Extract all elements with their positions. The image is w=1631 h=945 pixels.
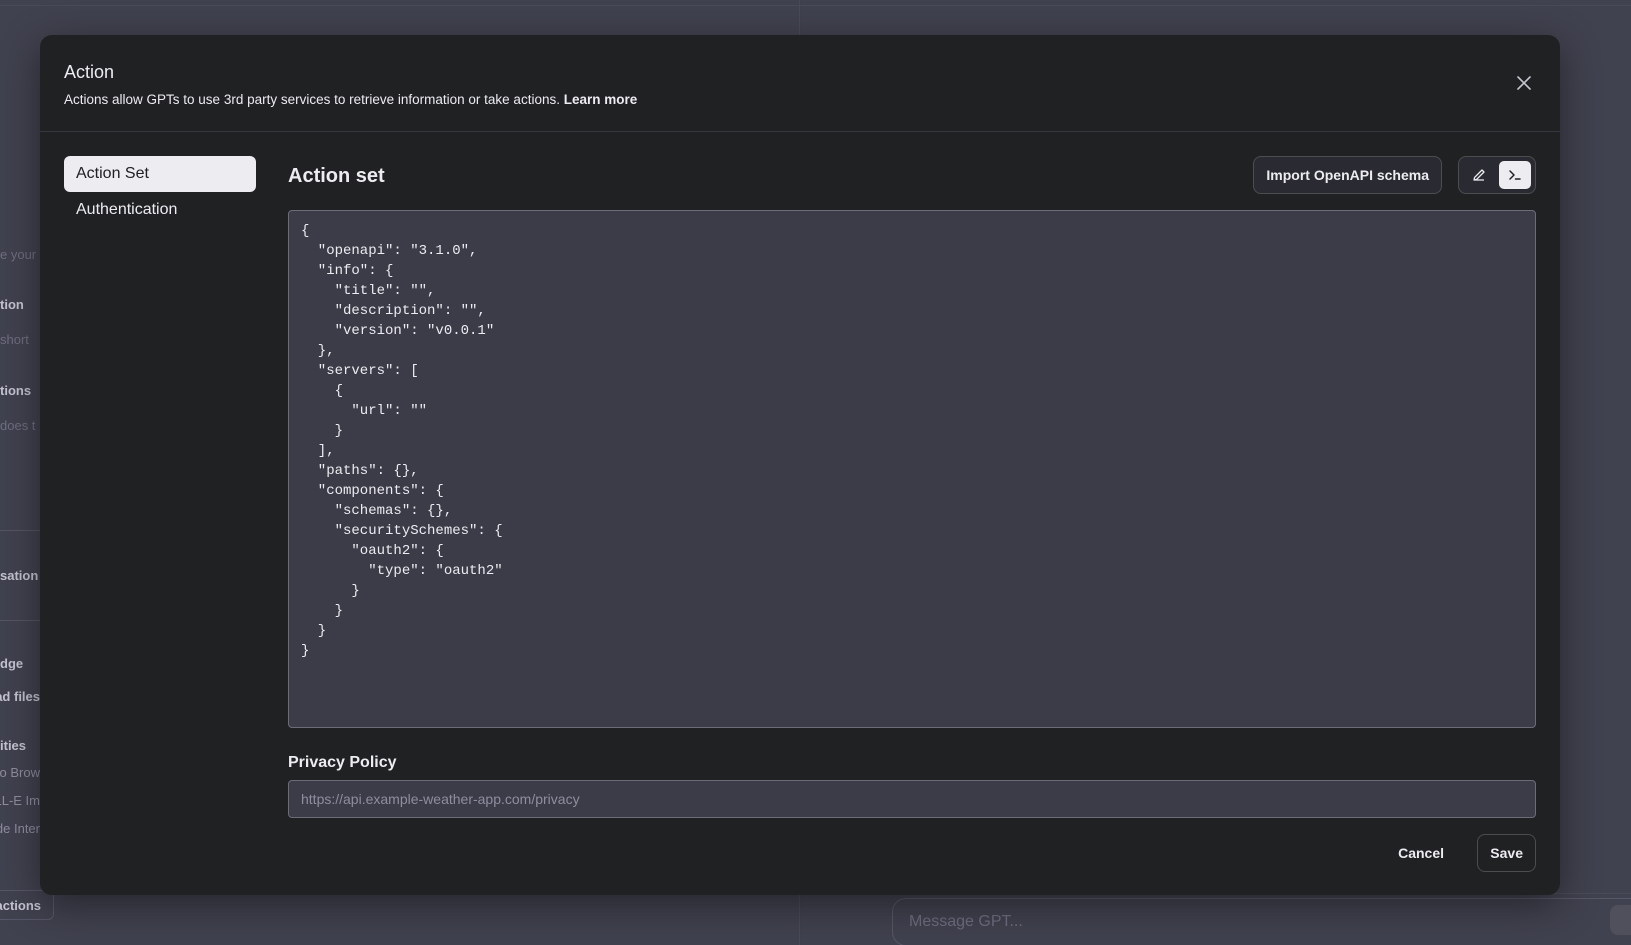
bg-divider <box>0 530 40 531</box>
panel-title: Action set <box>288 165 385 187</box>
modal-header: Action Actions allow GPTs to use 3rd par… <box>40 35 1560 132</box>
bg-fragment: dge <box>0 656 24 671</box>
pencil-icon <box>1473 169 1485 181</box>
schema-code: { "openapi": "3.1.0", "info": { "title":… <box>301 223 503 659</box>
bg-actions-button: actions <box>0 890 54 920</box>
editor-mode-toggle <box>1458 156 1536 194</box>
action-set-panel: Action set Import OpenAPI schema {"open… <box>288 156 1536 872</box>
bg-message-input: Message GPT... <box>892 898 1631 945</box>
edit-mode-button[interactable] <box>1463 161 1495 189</box>
nav-item-action-set[interactable]: Action Set <box>64 156 256 192</box>
code-mode-button[interactable] <box>1499 161 1531 189</box>
bg-fragment: ad files <box>0 689 40 704</box>
bg-fragment: LL-E Im <box>0 793 40 808</box>
privacy-policy-input[interactable] <box>288 780 1536 818</box>
close-icon <box>1517 76 1531 90</box>
bg-fragment: o Brow <box>0 765 40 780</box>
bg-fragment: short <box>0 332 29 347</box>
bg-fragment: e your <box>0 247 37 262</box>
terminal-icon <box>1509 170 1521 180</box>
bg-fragment: sation <box>0 568 39 583</box>
bg-divider <box>0 620 40 621</box>
modal-title: Action <box>64 62 115 82</box>
background-divider <box>0 5 1631 6</box>
modal-body: Action Set Authentication Action set Imp… <box>40 132 1560 894</box>
bg-send-button <box>1610 905 1631 935</box>
import-openapi-button[interactable]: Import OpenAPI schema <box>1253 156 1442 194</box>
learn-more-link[interactable]: Learn more <box>564 92 638 107</box>
close-button[interactable] <box>1512 71 1536 95</box>
action-modal: Action Actions allow GPTs to use 3rd par… <box>40 35 1560 895</box>
bg-fragment: ities <box>0 738 27 753</box>
bg-fragment: de Inter <box>0 821 40 836</box>
bg-fragment: tion <box>0 297 24 312</box>
privacy-policy-label: Privacy Policy <box>288 754 397 771</box>
modal-description: Actions allow GPTs to use 3rd party serv… <box>64 91 1536 108</box>
modal-footer: Cancel Save <box>288 834 1536 872</box>
nav-item-authentication[interactable]: Authentication <box>64 192 256 228</box>
panel-header: Action set Import OpenAPI schema <box>288 156 1536 194</box>
save-button[interactable]: Save <box>1477 834 1536 872</box>
bg-fragment: tions <box>0 383 32 398</box>
modal-description-text: Actions allow GPTs to use 3rd party serv… <box>64 92 560 107</box>
bg-fragment: does t <box>0 418 36 433</box>
cancel-button[interactable]: Cancel <box>1386 834 1456 872</box>
schema-editor[interactable]: { "openapi": "3.1.0", "info": { "title":… <box>288 210 1536 728</box>
side-nav: Action Set Authentication <box>64 156 256 228</box>
